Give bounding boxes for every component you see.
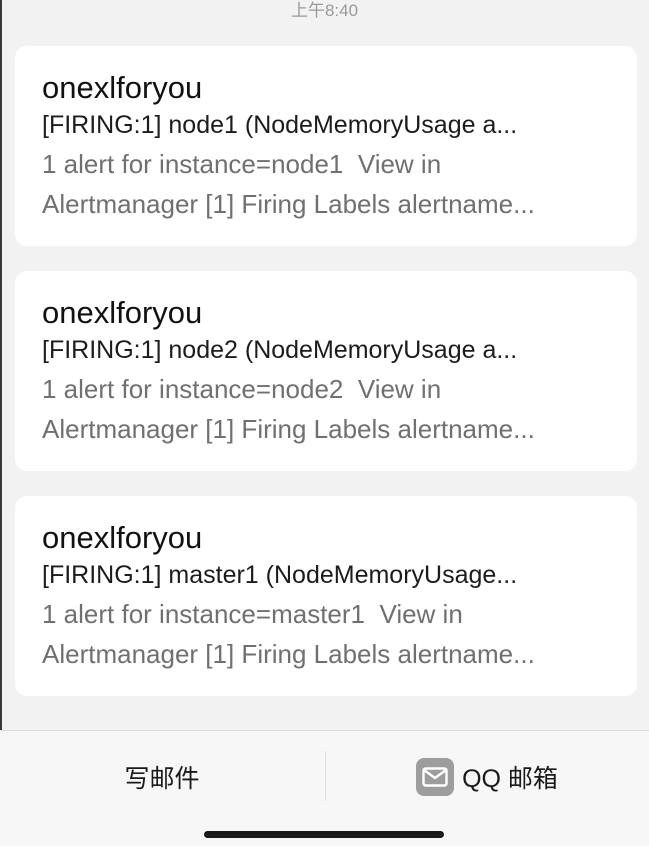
compose-label: 写邮件: [124, 765, 200, 793]
message-sender: onexlforyou: [42, 520, 203, 555]
message-preview: 1 alert for instance=node1 View in Alert…: [42, 149, 535, 219]
message-card[interactable]: onexlforyou [FIRING:1] node1 (NodeMemory…: [15, 46, 637, 246]
mail-icon: [416, 758, 455, 796]
message-sender: onexlforyou: [42, 295, 203, 330]
qq-mail-button[interactable]: QQ 邮箱: [325, 731, 649, 823]
left-edge-divider: [0, 0, 2, 846]
compose-button[interactable]: 写邮件: [0, 731, 324, 823]
status-time: 上午8:40: [290, 1, 359, 20]
message-sender: onexlforyou: [42, 70, 203, 105]
message-subject: [FIRING:1] master1 (NodeMemoryUsage...: [42, 561, 518, 589]
bottom-toolbar: 写邮件 QQ 邮箱: [0, 730, 649, 846]
qq-mail-label: QQ 邮箱: [462, 765, 558, 793]
message-card[interactable]: onexlforyou [FIRING:1] node2 (NodeMemory…: [15, 271, 637, 471]
message-subject: [FIRING:1] node1 (NodeMemoryUsage a...: [42, 111, 518, 139]
message-list: onexlforyou [FIRING:1] node1 (NodeMemory…: [15, 46, 637, 721]
message-preview: 1 alert for instance=master1 View in Ale…: [42, 599, 535, 669]
message-card[interactable]: onexlforyou [FIRING:1] master1 (NodeMemo…: [15, 496, 637, 696]
message-preview: 1 alert for instance=node2 View in Alert…: [42, 374, 535, 444]
message-subject: [FIRING:1] node2 (NodeMemoryUsage a...: [42, 336, 518, 364]
home-indicator[interactable]: [204, 831, 444, 838]
